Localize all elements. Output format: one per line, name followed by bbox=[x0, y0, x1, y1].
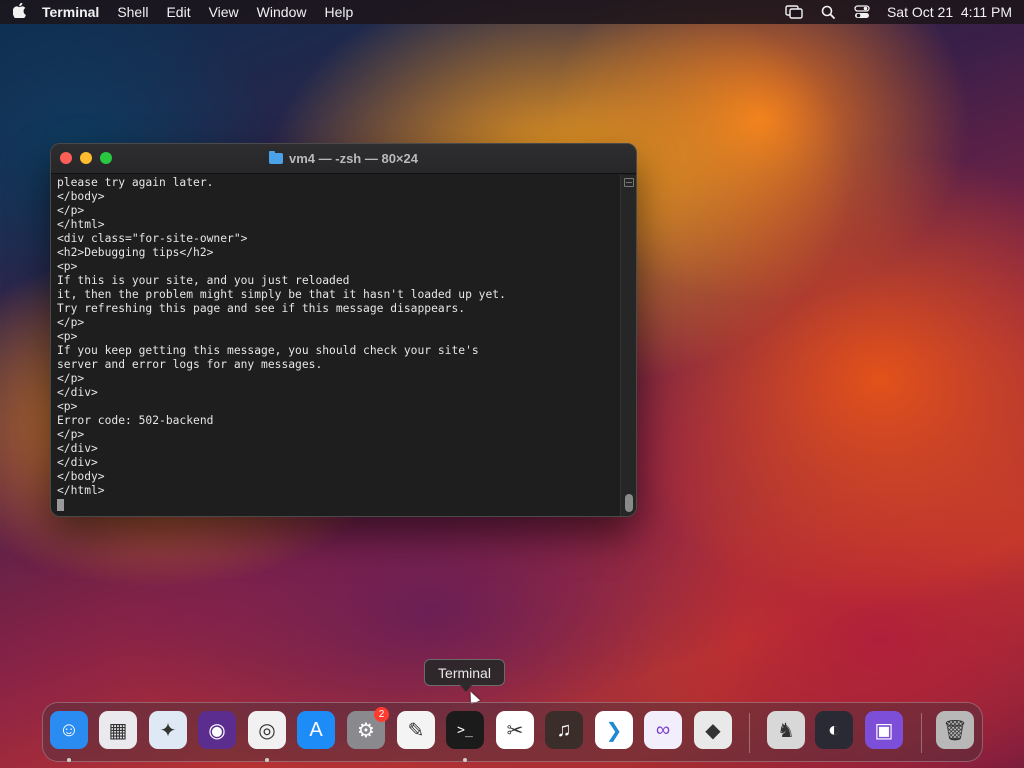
dock-tooltip-text: Terminal bbox=[438, 664, 491, 681]
dock: ☺ ▦ ✦ ◉ ◎ A ⚙ 2 ✎ >_ ✂ ♫ ❯ ∞ ◆ ♞ ◐ ▣ 🗑 bbox=[42, 702, 983, 762]
window-title-text: vm4 — -zsh — 80×24 bbox=[289, 151, 418, 166]
textedit-glyph: ✎ bbox=[407, 719, 425, 742]
dock-visual-studio-icon[interactable]: ∞ bbox=[644, 711, 682, 749]
terminal-line: Error code: 502-backend bbox=[57, 414, 214, 427]
menu-shell[interactable]: Shell bbox=[117, 4, 148, 20]
menu-bar: Terminal Shell Edit View Window Help Sat… bbox=[0, 0, 1024, 24]
terminal-line: </div> bbox=[57, 456, 98, 469]
system-settings-glyph: ⚙ bbox=[357, 719, 375, 742]
dock-separator bbox=[749, 713, 750, 753]
terminal-line: </html> bbox=[57, 484, 105, 497]
terminal-window: vm4 — -zsh — 80×24 please try again late… bbox=[50, 143, 637, 517]
vscode-glyph: ❯ bbox=[605, 719, 623, 742]
dock-finder-icon[interactable]: ☺ bbox=[50, 711, 88, 749]
scrollbar[interactable] bbox=[620, 175, 636, 516]
terminal-line: </p> bbox=[57, 372, 85, 385]
obs-glyph: ◐ bbox=[827, 718, 841, 741]
terminal-line: <h2>Debugging tips</h2> bbox=[57, 246, 214, 259]
terminal-line: </p> bbox=[57, 428, 85, 441]
dock-trash-icon[interactable]: 🗑 bbox=[936, 711, 974, 749]
terminal-prompt-line[interactable] bbox=[57, 498, 614, 512]
clock-datetime[interactable]: Sat Oct 21 4:11 PM bbox=[887, 4, 1012, 20]
terminal-line: </div> bbox=[57, 386, 98, 399]
dock-tooltip: Terminal bbox=[424, 659, 505, 692]
visual-studio-glyph: ∞ bbox=[655, 718, 671, 741]
dock-terminal-icon[interactable]: >_ bbox=[446, 711, 484, 749]
trash-glyph: 🗑 bbox=[942, 719, 968, 742]
dock-apple-configurator-icon[interactable]: ▣ bbox=[865, 711, 903, 749]
apple-icon[interactable] bbox=[12, 2, 26, 22]
app-store-glyph: A bbox=[309, 718, 323, 741]
dock-roblox-icon[interactable]: ◆ bbox=[694, 711, 732, 749]
terminal-line: </p> bbox=[57, 204, 85, 217]
terminal-line: <p> bbox=[57, 260, 78, 273]
capcut-glyph: ✂ bbox=[506, 719, 524, 742]
dock-chrome-icon[interactable]: ◎ bbox=[248, 711, 286, 749]
dock-system-settings-icon[interactable]: ⚙ 2 bbox=[347, 707, 389, 749]
close-button[interactable] bbox=[60, 152, 72, 164]
scroll-toggle-icon[interactable] bbox=[624, 178, 634, 187]
terminal-line: </div> bbox=[57, 442, 98, 455]
folder-icon bbox=[269, 151, 283, 164]
dock-garageband-icon[interactable]: ♫ bbox=[545, 711, 583, 749]
safari-glyph: ✦ bbox=[159, 719, 177, 742]
terminal-line: <p> bbox=[57, 330, 78, 343]
garageband-glyph: ♫ bbox=[556, 718, 572, 741]
finder-glyph: ☺ bbox=[58, 718, 80, 741]
window-title: vm4 — -zsh — 80×24 bbox=[269, 151, 418, 166]
dock-vscode-icon[interactable]: ❯ bbox=[595, 711, 633, 749]
dock-safari-icon[interactable]: ✦ bbox=[149, 711, 187, 749]
dock-launchpad-icon[interactable]: ▦ bbox=[99, 711, 137, 749]
terminal-output[interactable]: please try again later. </body> </p> </html… bbox=[51, 175, 620, 516]
menu-app-terminal[interactable]: Terminal bbox=[42, 4, 99, 20]
window-titlebar[interactable]: vm4 — -zsh — 80×24 bbox=[51, 144, 636, 174]
terminal-line: </html> bbox=[57, 218, 105, 231]
terminal-line: Try refreshing this page and see if this… bbox=[57, 302, 466, 315]
screen-mirroring-icon[interactable] bbox=[785, 5, 803, 19]
terminal-line: please try again later. bbox=[57, 176, 214, 189]
apple-configurator-glyph: ▣ bbox=[874, 719, 894, 742]
terminal-line: </p> bbox=[57, 316, 85, 329]
minimize-button[interactable] bbox=[80, 152, 92, 164]
running-indicator bbox=[67, 758, 71, 762]
launchpad-glyph: ▦ bbox=[108, 719, 128, 742]
firefox-glyph: ◉ bbox=[208, 719, 226, 742]
dock-obs-icon[interactable]: ◐ bbox=[815, 711, 853, 749]
chess-glyph: ♞ bbox=[777, 719, 795, 742]
text-cursor bbox=[57, 499, 64, 511]
scroll-thumb[interactable] bbox=[625, 494, 633, 512]
running-indicator bbox=[463, 758, 467, 762]
menu-edit[interactable]: Edit bbox=[166, 4, 190, 20]
roblox-glyph: ◆ bbox=[705, 719, 721, 742]
notification-badge: 2 bbox=[374, 707, 389, 722]
dock-textedit-icon[interactable]: ✎ bbox=[397, 711, 435, 749]
terminal-line: If you keep getting this message, you sh… bbox=[57, 344, 479, 357]
terminal-line: <div class="for-site-owner"> bbox=[57, 232, 248, 245]
dock-separator bbox=[921, 713, 922, 753]
terminal-line: </body> bbox=[57, 190, 105, 203]
control-center-icon[interactable] bbox=[853, 5, 871, 19]
terminal-line: it, then the problem might simply be tha… bbox=[57, 288, 506, 301]
menu-help[interactable]: Help bbox=[324, 4, 353, 20]
dock-capcut-icon[interactable]: ✂ bbox=[496, 711, 534, 749]
terminal-glyph: >_ bbox=[457, 722, 473, 738]
terminal-line: server and error logs for any messages. bbox=[57, 358, 323, 371]
terminal-line: If this is your site, and you just reloa… bbox=[57, 274, 350, 287]
menu-window[interactable]: Window bbox=[257, 4, 307, 20]
chrome-glyph: ◎ bbox=[258, 719, 276, 742]
search-icon[interactable] bbox=[819, 5, 837, 19]
dock-firefox-icon[interactable]: ◉ bbox=[198, 711, 236, 749]
running-indicator bbox=[265, 758, 269, 762]
dock-chess-icon[interactable]: ♞ bbox=[767, 711, 805, 749]
zoom-button[interactable] bbox=[100, 152, 112, 164]
menu-view[interactable]: View bbox=[209, 4, 239, 20]
terminal-line: <p> bbox=[57, 400, 78, 413]
dock-app-store-icon[interactable]: A bbox=[297, 711, 335, 749]
terminal-line: </body> bbox=[57, 470, 105, 483]
